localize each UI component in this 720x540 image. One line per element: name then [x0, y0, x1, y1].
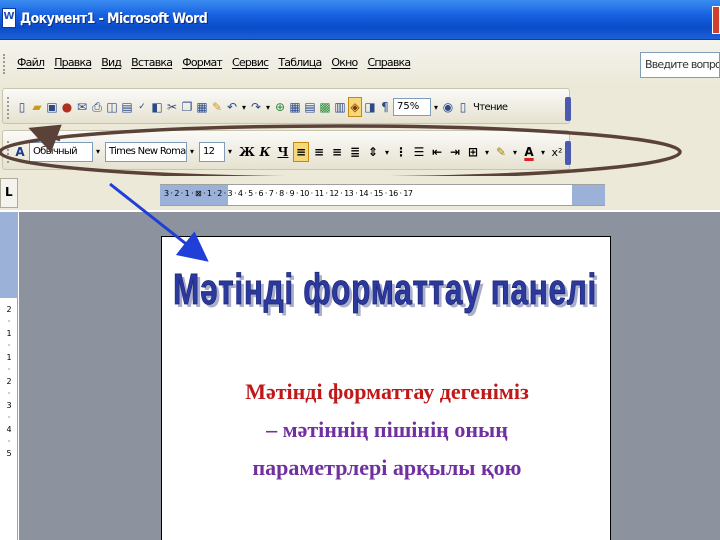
- vertical-ruler[interactable]: 2 · 1 · 1 · 2 · 3 · 4 · 5: [0, 212, 18, 540]
- definition-paragraph: Мәтінді форматтау дегеніміз – мәтіннің п…: [162, 373, 612, 487]
- menu-window[interactable]: Окно: [326, 56, 362, 69]
- heading-title: Мәтінді форматтау панелі: [173, 265, 597, 314]
- paragraph-line-2: – мәтіннің пішінің оның: [266, 417, 508, 442]
- menu-file[interactable]: Файл: [12, 56, 49, 69]
- vertical-ruler-numbers: 2 · 1 · 1 · 2 · 3 · 4 · 5: [6, 305, 12, 458]
- menu-format[interactable]: Формат: [177, 56, 227, 69]
- menu-insert[interactable]: Вставка: [126, 56, 177, 69]
- paragraph-line-1: Мәтінді форматтау дегеніміз: [245, 379, 529, 404]
- menu-bar: Файл Правка Вид Вставка Формат Сервис Та…: [0, 40, 720, 86]
- menu-grip-handle[interactable]: [3, 54, 6, 74]
- vertical-ruler-top-margin: [0, 212, 18, 298]
- menu-items: Файл Правка Вид Вставка Формат Сервис Та…: [12, 56, 415, 69]
- ruler-right-margin: [572, 185, 605, 205]
- ruler-numbers: 3 · 2 · 1 · ⊠ · 1 · 2 · 3 · 4 · 5 · 6 · …: [164, 189, 413, 198]
- close-window-button[interactable]: [712, 6, 720, 34]
- paragraph-line-3: параметрлері арқылы қою: [252, 455, 522, 480]
- tab-selector[interactable]: L: [0, 178, 18, 208]
- window-title: Документ1 - Microsoft Word: [20, 11, 208, 27]
- menu-edit[interactable]: Правка: [49, 56, 96, 69]
- word-app-icon[interactable]: [2, 8, 16, 28]
- ellipse-outline: [0, 124, 682, 180]
- menu-table[interactable]: Таблица: [273, 56, 326, 69]
- menu-view[interactable]: Вид: [96, 56, 126, 69]
- title-bar: Документ1 - Microsoft Word: [0, 0, 720, 40]
- tab-selector-label: L: [5, 185, 13, 199]
- ruler-row: L 3 · 2 · 1 · ⊠ · 1 · 2 · 3 · 4 · 5 · 6 …: [0, 176, 720, 210]
- help-question-input[interactable]: Введите вопрос: [640, 52, 720, 78]
- menu-tools[interactable]: Сервис: [227, 56, 273, 69]
- menu-help[interactable]: Справка: [362, 56, 415, 69]
- document-page[interactable]: Мәтінді форматтау панелі Мәтінді форматт…: [161, 236, 611, 540]
- heading-art: Мәтінді форматтау панелі Мәтінді форматт…: [173, 265, 599, 317]
- horizontal-ruler[interactable]: 3 · 2 · 1 · ⊠ · 1 · 2 · 3 · 4 · 5 · 6 · …: [160, 184, 605, 206]
